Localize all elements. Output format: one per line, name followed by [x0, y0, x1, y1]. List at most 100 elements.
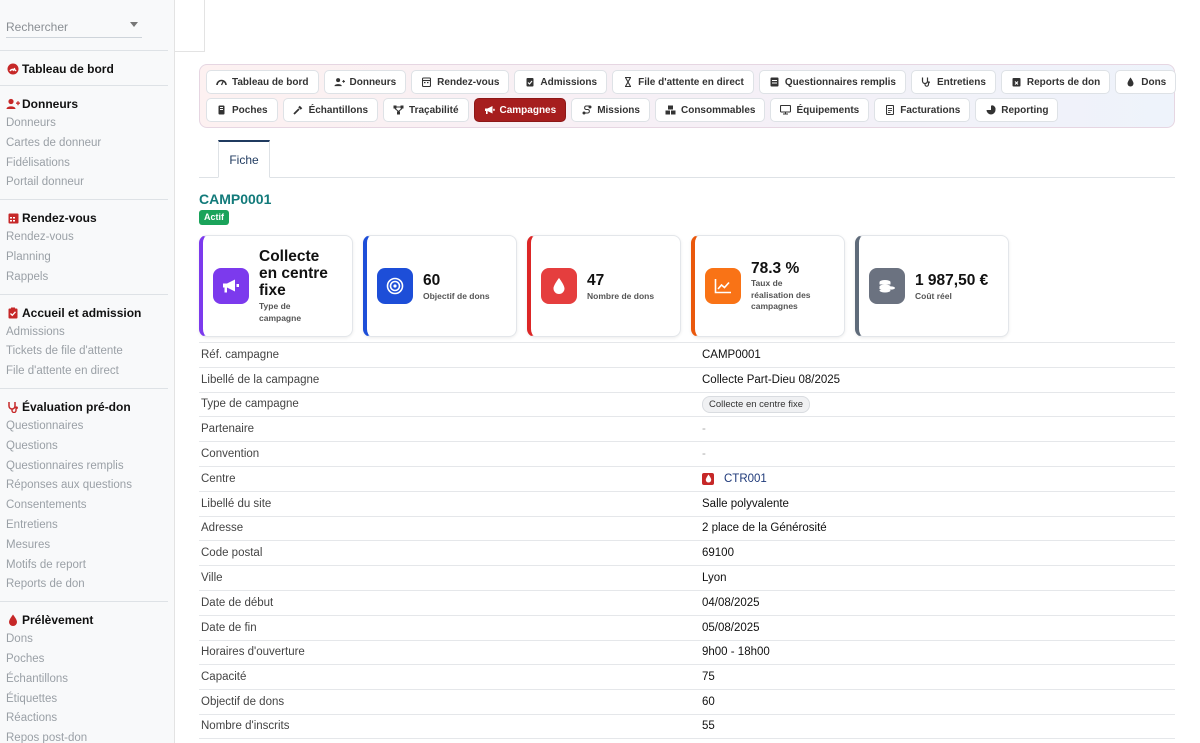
table-row: Horaires d'ouverture 9h00 - 18h00 — [199, 639, 1175, 665]
field-value: 69100 — [702, 547, 734, 560]
module-entretiens[interactable]: Entretiens — [910, 70, 996, 94]
sidebar-item-tickets[interactable]: Tickets de file d'attente — [0, 342, 168, 362]
sidebar-item-planning[interactable]: Planning — [0, 248, 168, 268]
nav-head-label: Prélèvement — [22, 613, 94, 628]
sidebar-item-reactions[interactable]: Réactions — [0, 709, 168, 729]
details-table: Réf. campagne CAMP0001 Libellé de la camp… — [199, 342, 1175, 739]
sidebar-item-donneurs[interactable]: Donneurs — [0, 114, 168, 134]
module-file-attente[interactable]: File d'attente en direct — [612, 70, 754, 94]
sidebar-item-mesures[interactable]: Mesures — [0, 536, 168, 556]
module-rendez-vous[interactable]: Rendez-vous — [411, 70, 510, 94]
sidebar-item-repos[interactable]: Repos post-don — [0, 729, 168, 743]
module-admissions[interactable]: Admissions — [514, 70, 608, 94]
sidebar-item-dons[interactable]: Dons — [0, 630, 168, 650]
module-questionnaires-remplis[interactable]: Questionnaires remplis — [758, 70, 906, 94]
coins-icon — [869, 268, 905, 304]
module-equipements[interactable]: Équipements — [770, 98, 870, 122]
table-row: Nombre d'inscrits 55 — [199, 713, 1175, 739]
sidebar-item-admissions[interactable]: Admissions — [0, 323, 168, 343]
sidebar-item-reponses[interactable]: Réponses aux questions — [0, 476, 168, 496]
module-campagnes[interactable]: Campagnes — [473, 98, 567, 122]
nav-head-evaluation[interactable]: Évaluation pré-don — [0, 397, 168, 417]
stethoscope-icon — [921, 77, 932, 88]
droplet-icon — [6, 613, 20, 627]
field-value: 55 — [702, 720, 715, 733]
module-consommables[interactable]: Consommables — [654, 98, 766, 122]
search-select[interactable]: Rechercher — [6, 16, 142, 38]
field-label: Partenaire — [201, 423, 255, 436]
kpi-value-line: Collecte — [259, 248, 320, 265]
stethoscope-icon — [6, 400, 20, 414]
kpi-taux-realisation: 78.3 % Taux de réalisation des campagnes — [691, 235, 845, 337]
sidebar-item-etiquettes[interactable]: Étiquettes — [0, 690, 168, 710]
sidebar-item-echantillons[interactable]: Échantillons — [0, 670, 168, 690]
nav-head-prelevement[interactable]: Prélèvement — [0, 610, 168, 630]
kpi-value-line: en centre — [259, 265, 328, 282]
table-row: Ville Lyon — [199, 565, 1175, 590]
nav-head-rdv[interactable]: Rendez-vous — [0, 208, 168, 228]
module-missions[interactable]: Missions — [571, 98, 650, 122]
invoice-icon — [884, 105, 895, 116]
campaign-code: CAMP0001 — [199, 191, 272, 207]
field-value: 9h00 - 18h00 — [702, 646, 770, 659]
chevron-down-icon[interactable] — [130, 22, 138, 27]
module-reporting[interactable]: Reporting — [975, 98, 1059, 122]
table-row: Type de campagne Collecte en centre fixe — [199, 391, 1175, 417]
module-reports-de-don[interactable]: Reports de don — [1000, 70, 1111, 94]
module-label: Reporting — [1001, 104, 1049, 116]
sidebar-item-portail[interactable]: Portail donneur — [0, 173, 168, 193]
sidebar-item-fidelisations[interactable]: Fidélisations — [0, 154, 168, 174]
table-row: Adresse 2 place de la Générosité — [199, 515, 1175, 541]
nav-head-donneurs[interactable]: Donneurs — [0, 94, 168, 114]
calendar-icon — [6, 211, 20, 225]
sidebar-item-entretiens[interactable]: Entretiens — [0, 516, 168, 536]
nav-head-dashboard[interactable]: Tableau de bord — [0, 59, 168, 79]
kpi-label-line: Type de — [259, 301, 291, 311]
user-plus-icon — [6, 97, 20, 111]
hourglass-icon — [622, 77, 633, 88]
kpi-nombre-dons: 47 Nombre de dons — [527, 235, 681, 337]
tab-fiche[interactable]: Fiche — [218, 140, 270, 178]
kpi-label: Taux de réalisation des campagnes — [751, 278, 811, 313]
table-row: Date de fin 05/08/2025 — [199, 614, 1175, 640]
field-value: CAMP0001 — [702, 348, 761, 361]
pie-chart-icon — [985, 105, 996, 116]
module-donneurs[interactable]: Donneurs — [323, 70, 407, 94]
module-tableau-de-bord[interactable]: Tableau de bord — [206, 70, 319, 94]
table-row: Partenaire - — [199, 416, 1175, 441]
sidebar-item-rendez-vous[interactable]: Rendez-vous — [0, 228, 168, 248]
kpi-type-campagne: Collecte en centre fixe Type de campagne — [199, 235, 353, 337]
sidebar-item-poches[interactable]: Poches — [0, 650, 168, 670]
nav-head-accueil[interactable]: Accueil et admission — [0, 303, 168, 323]
field-label: Centre — [201, 472, 236, 485]
sidebar-item-cartes[interactable]: Cartes de donneur — [0, 134, 168, 154]
nav-head-label: Accueil et admission — [22, 305, 142, 320]
centre-link[interactable]: CTR001 — [702, 472, 767, 485]
sidebar-item-questionnaires-remplis[interactable]: Questionnaires remplis — [0, 457, 168, 477]
module-label: Consommables — [680, 104, 756, 116]
field-label: Libellé de la campagne — [201, 373, 320, 386]
sidebar-item-reports[interactable]: Reports de don — [0, 575, 168, 595]
kpi-label: Nombre de dons — [587, 291, 655, 301]
sidebar-item-rappels[interactable]: Rappels — [0, 268, 168, 288]
sidebar-item-questions[interactable]: Questions — [0, 437, 168, 457]
module-poches[interactable]: Poches — [206, 98, 278, 122]
module-dons[interactable]: Dons — [1115, 70, 1177, 94]
table-row: Capacité 75 — [199, 664, 1175, 689]
sidebar-item-questionnaires[interactable]: Questionnaires — [0, 417, 168, 437]
module-echantillons[interactable]: Échantillons — [282, 98, 379, 122]
blood-bag-icon — [216, 105, 227, 116]
sidebar-item-motifs[interactable]: Motifs de report — [0, 556, 168, 576]
module-tracabilite[interactable]: Traçabilité — [383, 98, 469, 122]
sidebar-item-consentements[interactable]: Consentements — [0, 496, 168, 516]
megaphone-icon — [213, 268, 249, 304]
kpi-value-line: fixe — [259, 282, 286, 299]
module-label: Donneurs — [349, 76, 397, 88]
droplet-icon — [1125, 77, 1136, 88]
clipboard-check-icon — [524, 77, 535, 88]
sidebar-item-file-attente[interactable]: File d'attente en direct — [0, 362, 168, 382]
calendar-icon — [421, 77, 432, 88]
module-facturations[interactable]: Facturations — [874, 98, 971, 122]
field-label: Réf. campagne — [201, 348, 279, 361]
module-label: Entretiens — [936, 76, 986, 88]
